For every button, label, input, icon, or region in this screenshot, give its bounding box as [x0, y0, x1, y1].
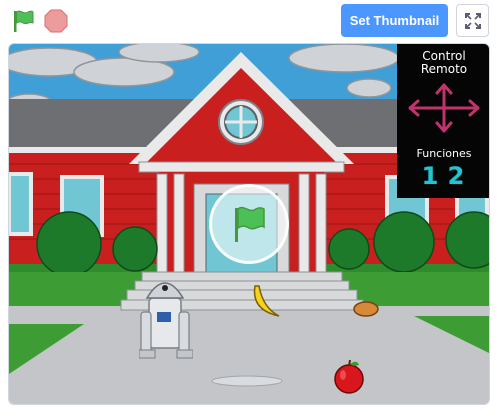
stop-icon[interactable]	[44, 9, 68, 33]
banana-sprite[interactable]	[251, 284, 283, 320]
remote-control-panel: Control Remoto Funciones 1 2	[397, 44, 489, 198]
hud-title-line2: Remoto	[420, 62, 468, 76]
green-flag-icon	[235, 206, 265, 242]
fullscreen-icon[interactable]	[456, 4, 489, 37]
start-overlay-button[interactable]	[209, 184, 289, 264]
apple-sprite[interactable]	[331, 359, 367, 395]
direction-arrows-icon[interactable]	[405, 80, 483, 136]
robot-sprite[interactable]	[139, 272, 193, 364]
functions-label: Funciones	[416, 147, 472, 160]
set-thumbnail-button[interactable]: Set Thumbnail	[341, 4, 448, 37]
stage[interactable]: Control Remoto Funciones 1 2	[8, 43, 490, 405]
remote-control-title: Control Remoto	[397, 50, 489, 76]
function-1-button[interactable]: 1	[419, 162, 441, 190]
green-flag-icon[interactable]	[10, 8, 38, 34]
bread-sprite[interactable]	[353, 298, 379, 318]
stage-toolbar: Set Thumbnail	[0, 0, 498, 42]
function-2-button[interactable]: 2	[445, 162, 467, 190]
